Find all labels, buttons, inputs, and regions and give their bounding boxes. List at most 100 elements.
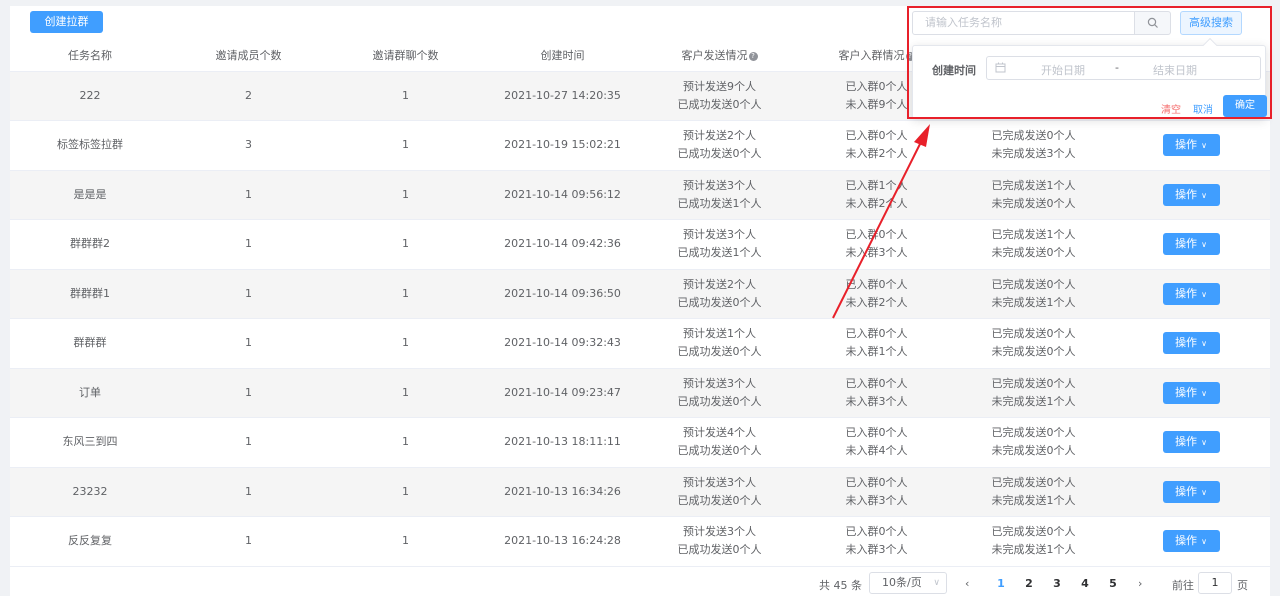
- expected-send-text: 预计发送2个人: [683, 277, 756, 291]
- joined-text: 已入群0个人: [845, 426, 908, 440]
- action-dropdown-button[interactable]: 操作 ∨: [1162, 332, 1220, 355]
- goto-page-input[interactable]: 1: [1198, 572, 1232, 594]
- chevron-down-icon: ∨: [1201, 190, 1207, 200]
- joined-text: 已入群0个人: [845, 525, 908, 539]
- sent-success-text: 已成功发送0个人: [677, 97, 762, 111]
- action-label: 操作: [1175, 237, 1198, 251]
- page-number[interactable]: 5: [1105, 577, 1121, 590]
- send-status-cell: 预计发送2个人 已成功发送0个人: [641, 120, 798, 171]
- completion-status-cell: 已完成发送0个人 未完成发送0个人: [955, 318, 1112, 369]
- task-name-cell: 反反复复: [10, 516, 170, 567]
- joined-text: 已入群0个人: [845, 475, 908, 489]
- join-status-cell: 已入群0个人 未入群2个人: [798, 269, 955, 319]
- created-time-cell: 2021-10-14 09:42:36: [484, 219, 641, 270]
- chevron-down-icon: ∨: [1201, 289, 1207, 299]
- expected-send-text: 预计发送3个人: [683, 228, 756, 242]
- create-group-button[interactable]: 创建拉群: [30, 11, 103, 33]
- not-joined-text: 未入群2个人: [845, 295, 908, 309]
- task-name-cell: 群群群1: [10, 269, 170, 319]
- groups-cell: 1: [327, 318, 484, 369]
- table-row: 23232 1 1 2021-10-13 16:34:26 预计发送3个人 已成功发送0个…: [10, 467, 1270, 517]
- action-label: 操作: [1175, 336, 1198, 350]
- joined-text: 已入群0个人: [845, 376, 908, 390]
- action-label: 操作: [1175, 385, 1198, 399]
- completion-status-cell: 已完成发送1个人 未完成发送0个人: [955, 219, 1112, 270]
- action-dropdown-button[interactable]: 操作 ∨: [1162, 233, 1220, 256]
- chevron-down-icon: ∨: [933, 578, 940, 588]
- action-dropdown-button[interactable]: 操作 ∨: [1162, 381, 1220, 404]
- groups-cell: 1: [327, 120, 484, 171]
- completed-send-text: 已完成发送1个人: [991, 178, 1076, 192]
- join-status-cell: 已入群0个人 未入群4个人: [798, 417, 955, 468]
- page-number[interactable]: 2: [1021, 577, 1037, 590]
- table-row: 东风三到四 1 1 2021-10-13 18:11:11 预计发送4个人 已成功发送0个…: [10, 417, 1270, 468]
- chevron-down-icon: ∨: [1201, 141, 1207, 151]
- page-number[interactable]: 3: [1049, 577, 1065, 590]
- created-time-cell: 2021-10-14 09:56:12: [484, 170, 641, 220]
- created-time-cell: 2021-10-13 16:34:26: [484, 467, 641, 517]
- completion-status-cell: 已完成发送0个人 未完成发送1个人: [955, 516, 1112, 567]
- sent-success-text: 已成功发送0个人: [677, 394, 762, 408]
- uncompleted-send-text: 未完成发送3个人: [991, 147, 1076, 161]
- completion-status-cell: 已完成发送0个人 未完成发送1个人: [955, 368, 1112, 418]
- not-joined-text: 未入群2个人: [845, 196, 908, 210]
- sent-success-text: 已成功发送0个人: [677, 543, 762, 557]
- send-status-cell: 预计发送2个人 已成功发送0个人: [641, 269, 798, 319]
- sent-success-text: 已成功发送1个人: [677, 196, 762, 210]
- table-row: 反反复复 1 1 2021-10-13 16:24:28 预计发送3个人 已成功发送0个人…: [10, 516, 1270, 567]
- completed-send-text: 已完成发送0个人: [991, 525, 1076, 539]
- join-status-cell: 已入群0个人 未入群3个人: [798, 516, 955, 567]
- page-number[interactable]: 4: [1077, 577, 1093, 590]
- pagination: 共 45 条 10条/页 ∨ ‹ 1 2 3 4 5 › 前往 1 页: [10, 572, 1270, 596]
- created-time-cell: 2021-10-19 15:02:21: [484, 120, 641, 171]
- table-row: 群群群2 1 1 2021-10-14 09:42:36 预计发送3个人 已成功发送1个人…: [10, 219, 1270, 270]
- expected-send-text: 预计发送3个人: [683, 376, 756, 390]
- send-status-cell: 预计发送9个人 已成功发送0个人: [641, 71, 798, 121]
- not-joined-text: 未入群2个人: [845, 147, 908, 161]
- not-joined-text: 未入群1个人: [845, 345, 908, 359]
- created-time-cell: 2021-10-13 16:24:28: [484, 516, 641, 567]
- join-status-cell: 已入群0个人 未入群3个人: [798, 368, 955, 418]
- action-cell: 操作 ∨: [1112, 368, 1270, 418]
- table-row: 群群群1 1 1 2021-10-14 09:36:50 预计发送2个人 已成功发送0个人…: [10, 269, 1270, 319]
- action-dropdown-button[interactable]: 操作 ∨: [1162, 282, 1220, 305]
- expected-send-text: 预计发送3个人: [683, 475, 756, 489]
- join-status-cell: 已入群0个人 未入群1个人: [798, 318, 955, 369]
- prev-page-icon[interactable]: ‹: [965, 577, 969, 590]
- action-label: 操作: [1175, 187, 1198, 201]
- chevron-down-icon: ∨: [1201, 438, 1207, 448]
- completed-send-text: 已完成发送0个人: [991, 475, 1076, 489]
- members-cell: 1: [170, 467, 327, 517]
- task-name-cell: 23232: [10, 467, 170, 517]
- action-cell: 操作 ∨: [1112, 467, 1270, 517]
- task-name-cell: 群群群: [10, 318, 170, 369]
- help-icon[interactable]: ?: [748, 52, 758, 62]
- sent-success-text: 已成功发送0个人: [677, 295, 762, 309]
- action-dropdown-button[interactable]: 操作 ∨: [1162, 480, 1220, 503]
- completed-send-text: 已完成发送0个人: [991, 376, 1076, 390]
- col-header-groups: 邀请群聊个数: [327, 40, 484, 72]
- completion-status-cell: 已完成发送0个人 未完成发送0个人: [955, 417, 1112, 468]
- next-page-icon[interactable]: ›: [1138, 577, 1142, 590]
- task-name-cell: 是是是: [10, 170, 170, 220]
- action-dropdown-button[interactable]: 操作 ∨: [1162, 431, 1220, 454]
- not-joined-text: 未入群3个人: [845, 394, 908, 408]
- task-name-cell: 东风三到四: [10, 417, 170, 468]
- action-cell: 操作 ∨: [1112, 318, 1270, 369]
- action-dropdown-button[interactable]: 操作 ∨: [1162, 134, 1220, 157]
- created-time-cell: 2021-10-14 09:36:50: [484, 269, 641, 319]
- page-number[interactable]: 1: [993, 577, 1009, 590]
- members-cell: 1: [170, 170, 327, 220]
- join-status-cell: 已入群0个人 未入群3个人: [798, 219, 955, 270]
- chevron-down-icon: ∨: [1201, 240, 1207, 250]
- action-cell: 操作 ∨: [1112, 417, 1270, 468]
- action-cell: 操作 ∨: [1112, 516, 1270, 567]
- action-dropdown-button[interactable]: 操作 ∨: [1162, 530, 1220, 553]
- expected-send-text: 预计发送2个人: [683, 129, 756, 143]
- task-name-cell: 标签标签拉群: [10, 120, 170, 171]
- action-dropdown-button[interactable]: 操作 ∨: [1162, 183, 1220, 206]
- page-size-select[interactable]: 10条/页 ∨: [869, 572, 947, 594]
- chevron-down-icon: ∨: [1201, 388, 1207, 398]
- send-status-cell: 预计发送3个人 已成功发送1个人: [641, 219, 798, 270]
- sent-success-text: 已成功发送0个人: [677, 147, 762, 161]
